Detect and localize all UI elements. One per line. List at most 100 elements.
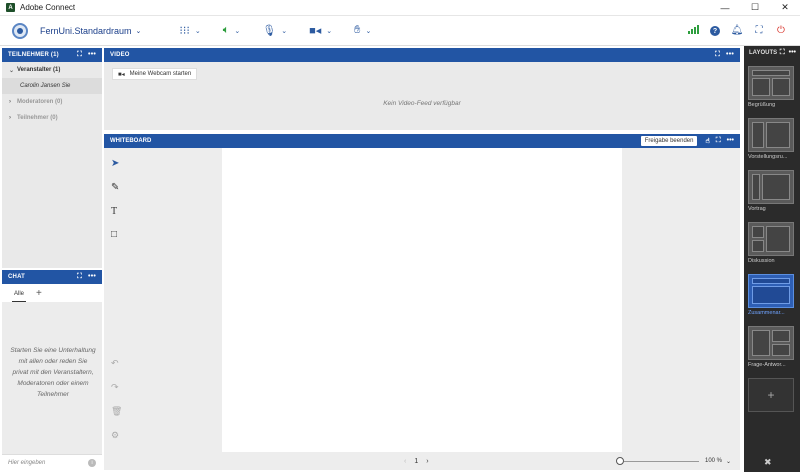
layout-label: Frage-Antwor... [748, 362, 786, 368]
hand-pointer-icon[interactable]: ☝︎ [705, 137, 709, 145]
help-icon[interactable]: ? [704, 25, 726, 37]
chevron-down-icon: ⌄ [9, 67, 15, 74]
participant-item[interactable]: Carolin Jansen Sie [2, 78, 102, 94]
participant-group-participants[interactable]: › Teilnehmer (0) [2, 110, 102, 126]
layout-thumbnail [748, 170, 794, 204]
whiteboard-panel: WHITEBOARD Freigabe beenden ☝︎ ⛶ ••• ➤ ✎… [104, 134, 740, 470]
whiteboard-canvas[interactable] [222, 148, 622, 452]
apps-menu[interactable]: ⁝⁝⁝ ⌄ [179, 24, 200, 37]
maximize-button[interactable]: ☐ [740, 0, 770, 16]
expand-icon[interactable]: ⛶ [716, 137, 721, 145]
redo-icon[interactable]: ↷ [111, 382, 119, 393]
more-options-icon[interactable]: ••• [88, 273, 96, 281]
rectangle-icon[interactable]: □ [111, 229, 117, 240]
layout-label: Begrüßung [748, 102, 776, 108]
layout-item-begruessung[interactable]: Begrüßung [748, 66, 794, 108]
chevron-down-icon: ⌄ [234, 27, 241, 35]
undo-icon[interactable]: ↶ [111, 358, 119, 369]
layout-thumbnail [748, 326, 794, 360]
chevron-down-icon: ⌄ [326, 27, 333, 35]
chevron-right-icon: › [9, 115, 11, 121]
chat-empty-message: Starten Sie eine Unterhaltung mit allen … [10, 347, 96, 398]
add-chat-tab-button[interactable]: + [36, 288, 42, 302]
layout-thumbnail [748, 66, 794, 100]
stop-sharing-button[interactable]: Freigabe beenden [640, 136, 698, 146]
more-options-icon[interactable]: ••• [88, 51, 96, 59]
layout-item-frage-antwort[interactable]: Frage-Antwor... [748, 326, 794, 368]
next-page-icon[interactable]: › [426, 458, 428, 465]
microphone-icon: 🎙︎ [262, 25, 277, 37]
layout-item-diskussion[interactable]: Diskussion [748, 222, 794, 264]
layout-item-vorstellungsrunde[interactable]: Vorstellungsru... [748, 118, 794, 160]
chevron-down-icon[interactable]: ⌄ [726, 458, 731, 465]
whiteboard-header: WHITEBOARD Freigabe beenden ☝︎ ⛶ ••• [104, 134, 740, 148]
fullscreen-icon[interactable]: ⛶ [748, 25, 770, 36]
participant-group-moderators[interactable]: › Moderatoren (0) [2, 94, 102, 110]
more-options-icon[interactable]: ••• [726, 51, 734, 59]
connection-status-icon[interactable] [682, 24, 704, 37]
pencil-icon[interactable]: ✎ [111, 182, 119, 193]
info-icon[interactable]: i [88, 458, 96, 467]
select-arrow-icon[interactable]: ➤ [111, 158, 119, 169]
notification-bell-icon[interactable]: 🔔︎ [726, 25, 748, 36]
chat-input[interactable]: Hier eingeben i [2, 454, 102, 470]
video-title: VIDEO [110, 52, 130, 58]
microphone-menu[interactable]: 🎙︎ ⌄ [262, 24, 287, 37]
text-tool-icon[interactable]: T [111, 206, 117, 217]
speaker-menu[interactable]: 🔈︎ ⌄ [223, 24, 240, 37]
layout-item-zusammenarbeit[interactable]: Zusammenar... [748, 274, 794, 316]
participants-panel: TEILNEHMER (1) ⛶ ••• ⌄ Veranstalter (1) … [2, 48, 102, 268]
whiteboard-title: WHITEBOARD [110, 138, 152, 144]
layout-label: Vorstellungsru... [748, 154, 788, 160]
chat-header: CHAT ⛶ ••• [2, 270, 102, 284]
whiteboard-footer: ‹ 1 › 100 % ⌄ [104, 452, 740, 470]
chevron-down-icon: ⌄ [281, 27, 288, 35]
meeting-toolbar: FernUni.Standardraum ⌄ ⁝⁝⁝ ⌄ 🔈︎ ⌄ 🎙︎ ⌄ ■… [0, 16, 800, 46]
tools-icon[interactable]: ✖︎ [764, 457, 772, 468]
hand-icon: ✋︎ [354, 24, 361, 36]
layout-item-vortrag[interactable]: Vortrag [748, 170, 794, 212]
chat-panel: CHAT ⛶ ••• Alle + Starten Sie eine Unter… [2, 270, 102, 470]
previous-page-icon[interactable]: ‹ [404, 458, 406, 465]
more-options-icon[interactable]: ••• [727, 137, 734, 145]
add-layout-button[interactable]: + [748, 378, 794, 412]
page-number: 1 [414, 457, 419, 465]
layouts-header: LAYOUTS ⛶ ••• [744, 46, 800, 60]
more-options-icon[interactable]: ••• [789, 49, 796, 57]
layout-label: Vortrag [748, 206, 766, 212]
layout-thumbnail [748, 274, 794, 308]
camera-menu[interactable]: ■◂ ⌄ [309, 24, 332, 37]
chat-tab-all[interactable]: Alle [12, 291, 27, 302]
expand-icon[interactable]: ⛶ [780, 49, 785, 57]
chevron-down-icon[interactable]: ⌄ [136, 27, 142, 35]
power-icon[interactable]: ⏻ [770, 25, 792, 36]
chat-title: CHAT [8, 274, 26, 280]
room-name[interactable]: FernUni.Standardraum [40, 26, 132, 36]
participant-group-hosts[interactable]: ⌄ Veranstalter (1) [2, 62, 102, 78]
raise-hand-menu[interactable]: ✋︎ ⌄ [354, 24, 371, 37]
grid-icon: ⁝⁝⁝ [179, 25, 190, 37]
layout-thumbnail [748, 222, 794, 256]
layouts-title: LAYOUTS [749, 50, 778, 56]
settings-icon[interactable]: ⚙︎ [111, 430, 119, 441]
room-logo-icon [12, 22, 28, 39]
video-header: VIDEO ⛶ ••• [104, 48, 740, 62]
layout-label: Zusammenar... [748, 310, 785, 316]
page-navigation: ‹ 1 › [404, 458, 429, 465]
zoom-slider-track[interactable] [624, 460, 699, 462]
zoom-level: 100 % [705, 458, 723, 464]
expand-icon[interactable]: ⛶ [715, 51, 720, 59]
zoom-slider-handle[interactable] [616, 457, 624, 465]
trash-icon[interactable]: 🗑︎ [111, 406, 122, 417]
layout-label: Diskussion [748, 258, 775, 264]
layout-thumbnail [748, 118, 794, 152]
participants-title: TEILNEHMER (1) [8, 52, 59, 58]
expand-icon[interactable]: ⛶ [77, 273, 82, 281]
expand-icon[interactable]: ⛶ [77, 51, 82, 59]
chevron-right-icon: › [9, 99, 11, 105]
close-button[interactable]: ✕ [770, 0, 800, 16]
window-title: Adobe Connect [20, 3, 76, 12]
layouts-sidebar: LAYOUTS ⛶ ••• Begrüßung Vorstellungsru..… [744, 46, 800, 472]
minimize-button[interactable]: — [710, 0, 740, 16]
start-webcam-button[interactable]: ■◂ Meine Webcam starten [112, 68, 198, 80]
